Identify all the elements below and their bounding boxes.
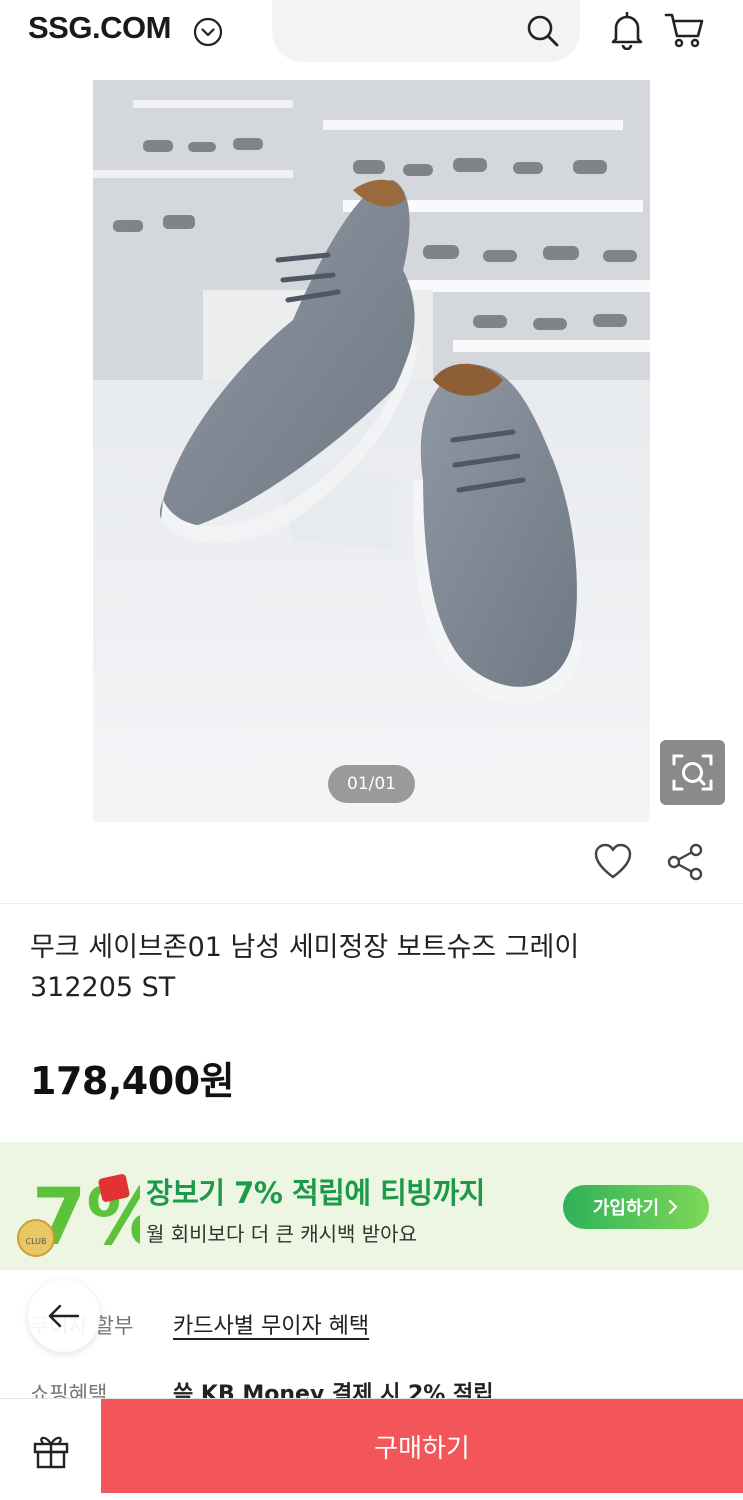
ssg-logo[interactable]: SSG.COM: [28, 10, 171, 46]
banner-headline: 장보기 7% 적립에 티빙까지: [146, 1176, 485, 1210]
product-price: 178,400원: [30, 1059, 235, 1103]
share-icon[interactable]: [665, 842, 705, 882]
product-gallery[interactable]: 01/01: [0, 80, 743, 822]
product-image[interactable]: [93, 80, 650, 822]
badge-club-label: CLUB: [26, 1237, 47, 1246]
bottom-purchase-bar: 구매하기: [0, 1398, 743, 1500]
cart-icon[interactable]: [663, 10, 705, 50]
bell-icon[interactable]: [608, 10, 646, 50]
search-icon[interactable]: [526, 14, 560, 48]
search-bar[interactable]: [272, 0, 580, 62]
product-action-row: [0, 822, 743, 904]
join-button[interactable]: 가입하기: [563, 1185, 709, 1229]
product-title-line1: 무크 세이브존01 남성 세미정장 보트슈즈 그레이: [30, 932, 580, 963]
camera-lens-search-icon[interactable]: [660, 740, 725, 805]
join-button-label: 가입하기: [592, 1198, 660, 1219]
product-photo-illustration: [93, 80, 650, 822]
top-header: SSG.COM: [0, 0, 743, 80]
arrow-left-icon[interactable]: [30, 110, 70, 150]
gift-button[interactable]: [0, 1399, 101, 1500]
product-title-line2: 312205 ST: [30, 972, 176, 1003]
installment-link[interactable]: 카드사별 무이자 혜택: [173, 1308, 369, 1340]
image-counter: 01/01: [328, 765, 415, 803]
product-title: 무크 세이브존01 남성 세미정장 보트슈즈 그레이 312205 ST: [30, 928, 710, 1008]
chevron-down-circle-icon[interactable]: [193, 17, 223, 47]
club-badge-icon: 7% CLUB: [17, 1173, 140, 1263]
floating-back-button[interactable]: [28, 1280, 100, 1352]
arrow-left-icon: [48, 1304, 80, 1328]
membership-banner[interactable]: 7% CLUB 장보기 7% 적립에 티빙까지 월 회비보다 더 큰 캐시백 받…: [0, 1142, 743, 1270]
buy-button[interactable]: 구매하기: [101, 1399, 743, 1493]
banner-subtext: 월 회비보다 더 큰 캐시백 받아요: [146, 1222, 417, 1246]
gift-icon: [33, 1436, 68, 1469]
heart-icon[interactable]: [593, 842, 633, 882]
chevron-right-icon: [669, 1199, 678, 1215]
